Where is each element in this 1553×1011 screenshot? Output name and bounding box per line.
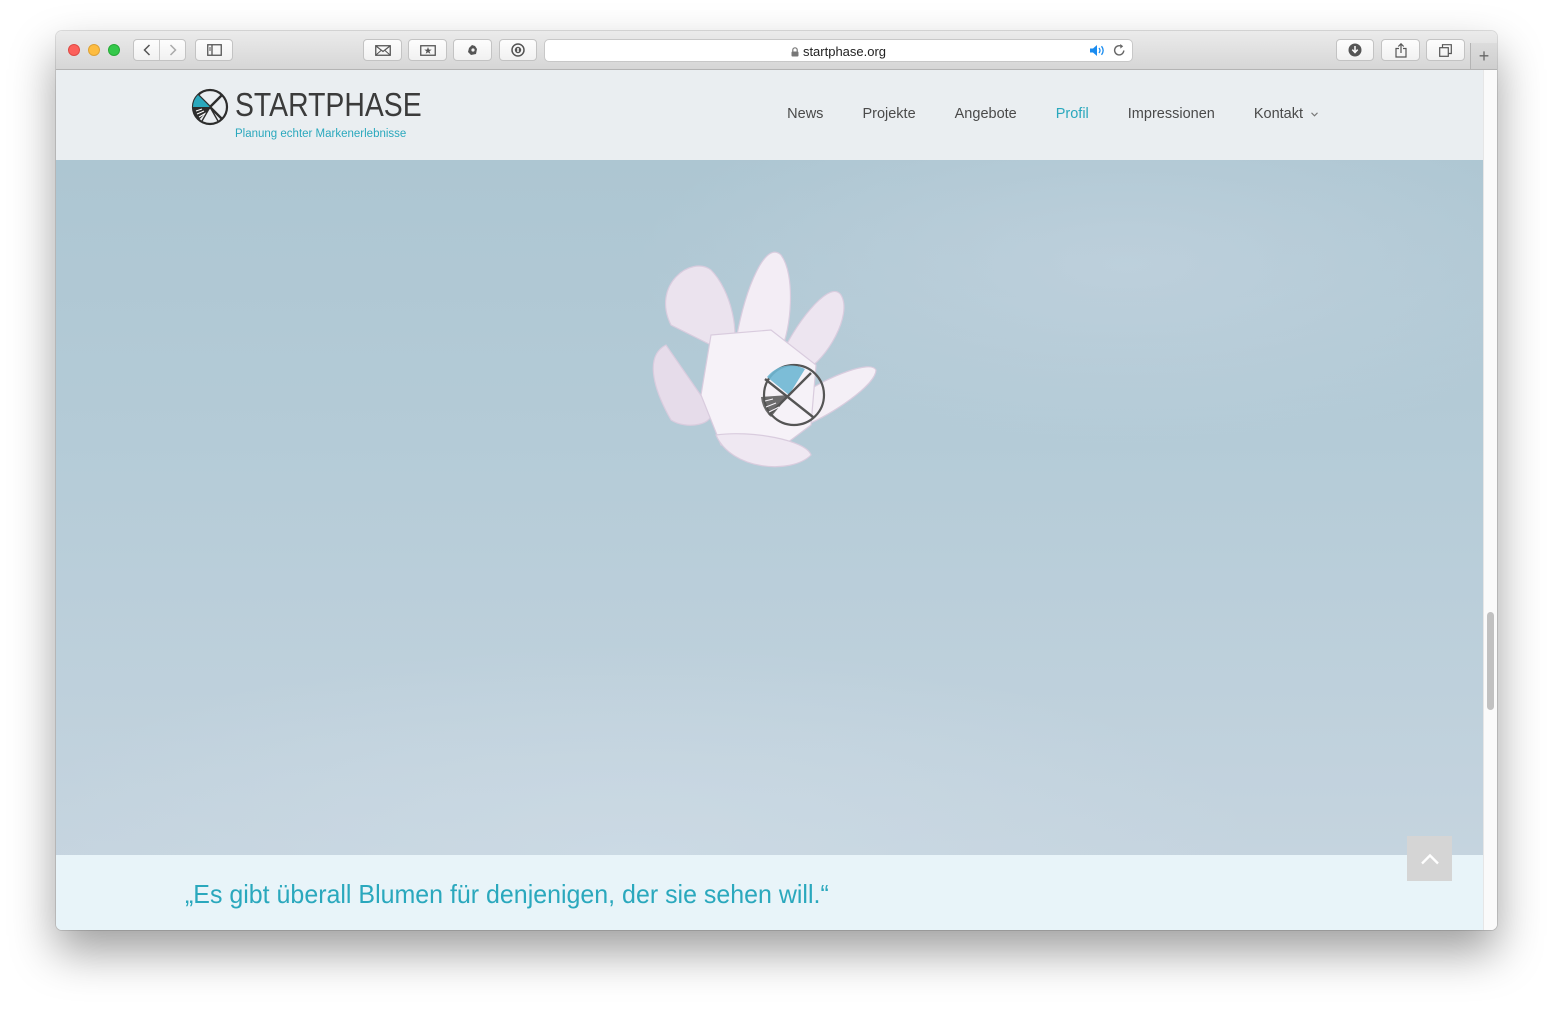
scroll-to-top-button[interactable] bbox=[1407, 836, 1452, 881]
sidebar-button[interactable] bbox=[195, 39, 233, 61]
url-text: startphase.org bbox=[802, 44, 887, 59]
extension-button[interactable] bbox=[453, 39, 492, 61]
forward-button[interactable] bbox=[159, 40, 185, 60]
nav-angebote[interactable]: Angebote bbox=[955, 106, 1017, 122]
paper-flower-image bbox=[652, 251, 877, 468]
scrollbar-thumb[interactable] bbox=[1487, 612, 1494, 710]
minimize-window-button[interactable] bbox=[88, 44, 100, 56]
downloads-button[interactable] bbox=[1336, 39, 1374, 61]
mail-icon bbox=[374, 44, 391, 56]
web-page: STARTPHASE Planung echter Markenerlebnis… bbox=[56, 70, 1483, 930]
page-scrollbar[interactable] bbox=[1483, 70, 1497, 930]
zoom-window-button[interactable] bbox=[108, 44, 120, 56]
new-tab-button[interactable]: + bbox=[1470, 43, 1497, 69]
speaker-icon[interactable] bbox=[1089, 44, 1106, 57]
download-icon bbox=[1348, 43, 1362, 57]
share-icon bbox=[1394, 42, 1407, 58]
browser-window: startphase.org + STARTPHASE Planung echt… bbox=[56, 31, 1497, 930]
show-tabs-button[interactable] bbox=[1426, 39, 1465, 61]
nav-projekte[interactable]: Projekte bbox=[862, 106, 915, 122]
history-navigation bbox=[133, 39, 186, 61]
chevron-up-icon bbox=[1420, 853, 1439, 864]
quote-text: „Es gibt überall Blumen für denjenigen, … bbox=[185, 879, 829, 909]
browser-toolbar: startphase.org + bbox=[56, 31, 1497, 70]
new-tab-label: + bbox=[1478, 45, 1490, 66]
bookmark-button[interactable] bbox=[408, 39, 447, 61]
nav-kontakt-label: Kontakt bbox=[1253, 106, 1303, 122]
nav-kontakt[interactable]: Kontakt bbox=[1254, 106, 1318, 122]
sidebar-icon bbox=[206, 44, 222, 56]
nav-profil[interactable]: Profil bbox=[1056, 106, 1089, 122]
nav-impressionen[interactable]: Impressionen bbox=[1128, 106, 1215, 122]
forward-icon bbox=[169, 44, 177, 56]
nav-news[interactable]: News bbox=[787, 106, 823, 122]
mail-button[interactable] bbox=[363, 39, 402, 61]
logo-mark-icon bbox=[191, 88, 229, 126]
close-window-button[interactable] bbox=[68, 44, 80, 56]
quote-section: „Es gibt überall Blumen für denjenigen, … bbox=[56, 855, 1483, 930]
logo-tagline: Planung echter Markenerlebnisse bbox=[235, 128, 407, 140]
site-header: STARTPHASE Planung echter Markenerlebnis… bbox=[56, 70, 1483, 160]
lock-icon bbox=[791, 47, 799, 57]
password-button[interactable] bbox=[499, 39, 537, 61]
extension-icon bbox=[467, 45, 477, 55]
bookmark-icon bbox=[419, 44, 436, 56]
back-icon bbox=[142, 44, 150, 56]
chevron-down-icon bbox=[1311, 111, 1318, 117]
tabs-icon bbox=[1439, 43, 1452, 57]
hero-image bbox=[56, 160, 1483, 855]
main-navigation: News Projekte Angebote Profil Impression… bbox=[748, 106, 1318, 122]
logo-wordmark: STARTPHASE bbox=[235, 86, 422, 123]
password-icon bbox=[511, 43, 525, 57]
back-button[interactable] bbox=[134, 40, 159, 60]
share-button[interactable] bbox=[1381, 39, 1420, 61]
url-display: startphase.org bbox=[545, 44, 1132, 59]
reload-icon[interactable] bbox=[1113, 43, 1126, 57]
site-logo[interactable]: STARTPHASE Planung echter Markenerlebnis… bbox=[190, 86, 430, 147]
address-bar[interactable]: startphase.org bbox=[544, 39, 1133, 62]
